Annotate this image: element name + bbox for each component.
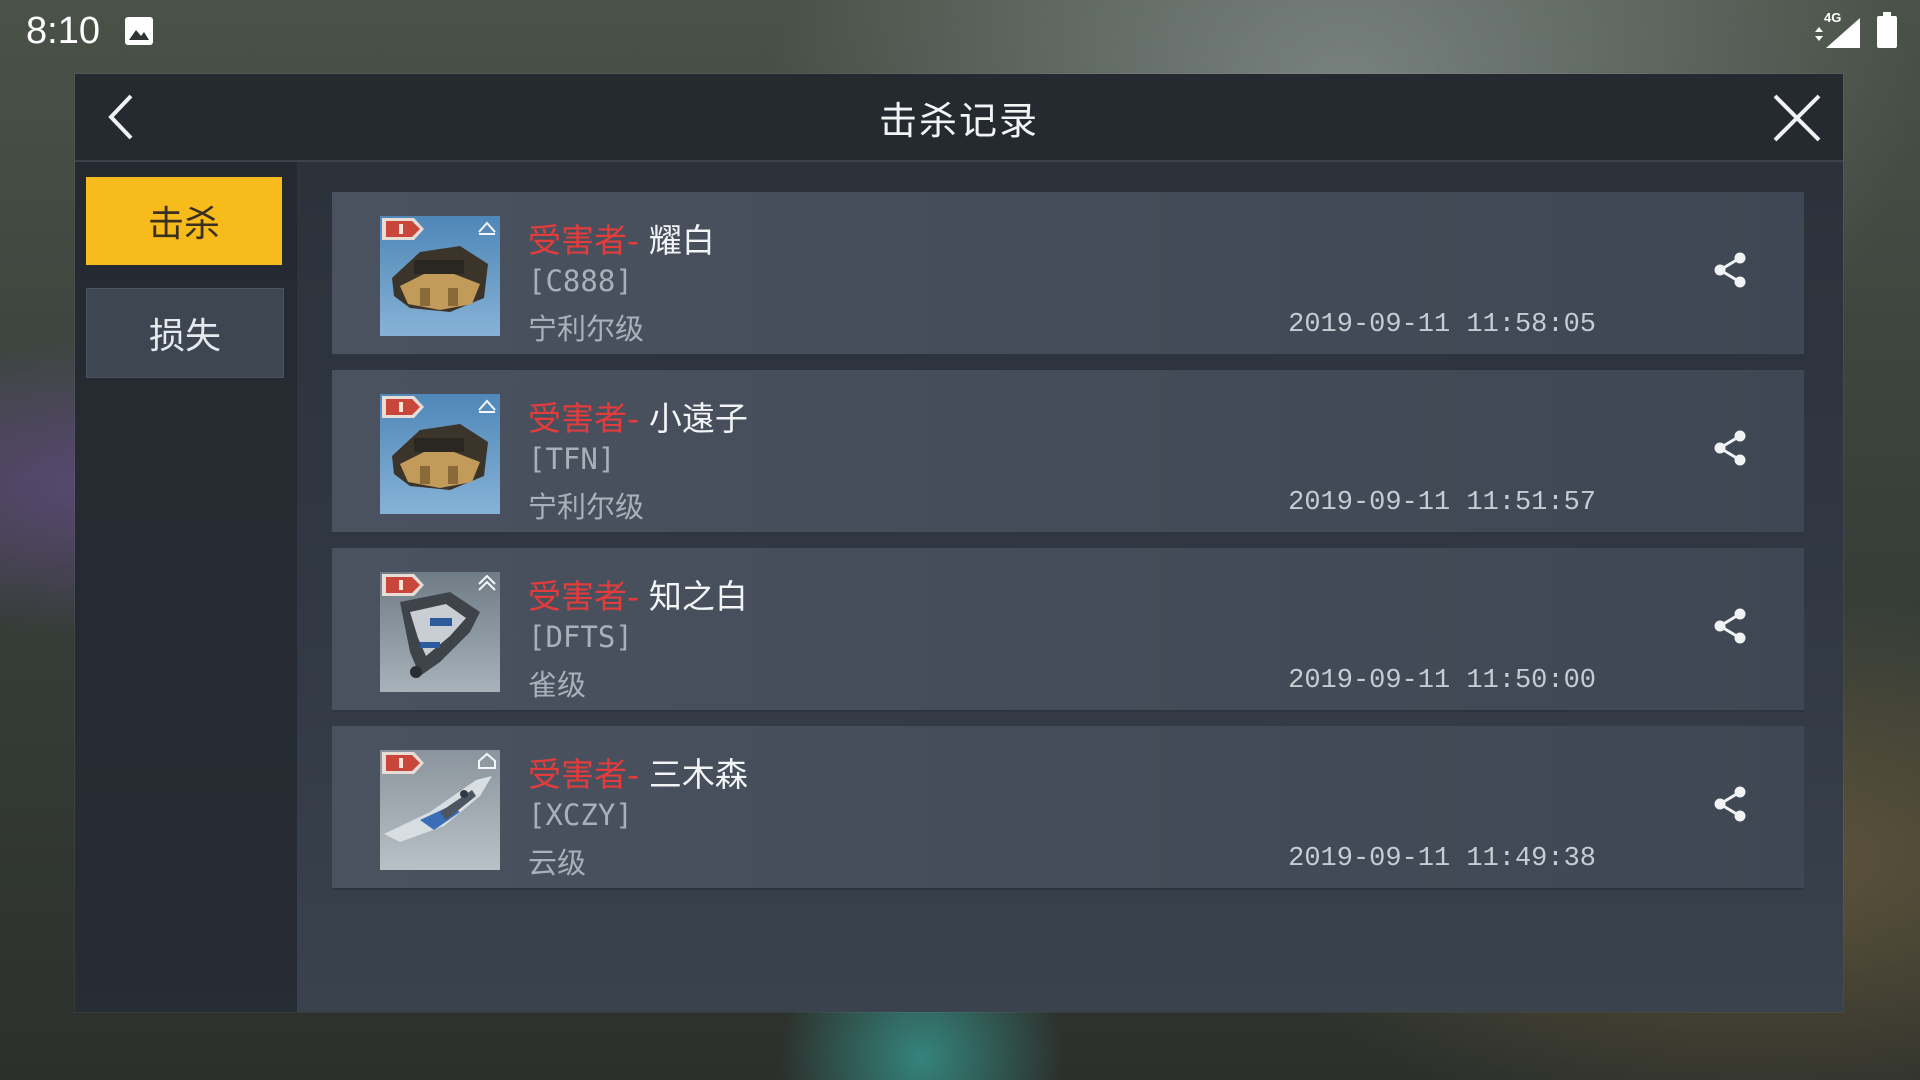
- close-button[interactable]: [1767, 88, 1827, 148]
- victim-corp: [XCZY]: [528, 798, 633, 832]
- victim-name: 耀白: [648, 221, 715, 260]
- kill-time: 2019-09-11 11:49:38: [1288, 844, 1596, 874]
- kill-record-row[interactable]: 受害者- 三木森 [XCZY] 云级 2019-09-11 11:49:38: [332, 726, 1804, 890]
- kill-record-row[interactable]: 受害者- 知之白 [DFTS] 雀级 2019-09-11 11:50:00: [332, 548, 1804, 712]
- kill-time: 2019-09-11 11:58:05: [1288, 310, 1596, 340]
- share-icon: [1714, 608, 1746, 644]
- ship-thumbnail: [380, 216, 500, 336]
- close-icon: [1773, 94, 1821, 142]
- network-type-label: 4G: [1824, 10, 1841, 25]
- ship-class: 宁利尔级: [528, 490, 645, 524]
- share-icon: [1714, 430, 1746, 466]
- ship-thumbnail: [380, 394, 500, 514]
- chevron-up-icon: [478, 399, 496, 413]
- ship-class: 云级: [528, 846, 587, 880]
- victim-label: 受害者-: [528, 221, 639, 260]
- tab-losses[interactable]: 损失: [86, 288, 284, 378]
- victim-name: 知之白: [648, 577, 748, 616]
- share-button[interactable]: [1708, 426, 1752, 470]
- ship-thumbnail: [380, 750, 500, 870]
- victim-label: 受害者-: [528, 755, 639, 794]
- sidebar: 击杀 损失: [75, 162, 297, 1012]
- share-button[interactable]: [1708, 248, 1752, 292]
- victim-corp: [C888]: [528, 264, 633, 298]
- victim-line: 受害者- 三木森: [528, 748, 748, 796]
- victim-name: 小遠子: [648, 399, 748, 438]
- rank-badge-icon: [382, 752, 424, 774]
- kill-record-row[interactable]: 受害者- 耀白 [C888] 宁利尔级 2019-09-11 11:58:05: [332, 192, 1804, 356]
- ship-class: 雀级: [528, 668, 587, 702]
- victim-line: 受害者- 小遠子: [528, 392, 748, 440]
- victim-label: 受害者-: [528, 577, 639, 616]
- status-bar: 8:10 4G: [0, 0, 1920, 64]
- double-chevron-up-icon: [478, 574, 496, 591]
- dialog-title: 击杀记录: [878, 99, 1039, 143]
- victim-corp: [DFTS]: [528, 620, 633, 654]
- kill-time: 2019-09-11 11:50:00: [1288, 666, 1596, 696]
- network-signal-icon: 4G: [1815, 10, 1860, 48]
- victim-corp: [TFN]: [528, 442, 616, 476]
- chevron-up-icon: [478, 221, 496, 235]
- rank-badge-icon: [382, 396, 424, 418]
- victim-line: 受害者- 知之白: [528, 570, 748, 618]
- kill-record-list: 受害者-耀白 [C888] 宁利尔级 2019-09-11 11:58:05: [332, 192, 1804, 904]
- ship-thumbnail: [380, 572, 500, 692]
- share-button[interactable]: [1708, 782, 1752, 826]
- battery-icon: [1877, 12, 1897, 48]
- status-time: 8:10: [26, 10, 100, 52]
- tab-kills[interactable]: 击杀: [86, 177, 282, 265]
- kill-record-row[interactable]: 受害者- 小遠子 [TFN] 宁利尔级 2019-09-11 11:51:57: [332, 370, 1804, 534]
- ship-class: 宁利尔级: [528, 312, 645, 346]
- share-button[interactable]: [1708, 604, 1752, 648]
- share-icon: [1714, 786, 1746, 822]
- status-icons: 4G: [1810, 10, 1898, 50]
- rank-badge-icon: [382, 218, 424, 240]
- dialog-header: 击杀记录: [75, 74, 1843, 162]
- victim-name: 三木森: [648, 755, 748, 794]
- house-up-icon: [478, 752, 496, 769]
- rank-badge-icon: [382, 574, 424, 596]
- share-icon: [1714, 252, 1746, 288]
- kill-time: 2019-09-11 11:51:57: [1288, 488, 1596, 518]
- victim-line: 受害者- 耀白: [528, 214, 715, 262]
- gallery-icon: [125, 17, 153, 45]
- kill-record-dialog: 击杀记录 击杀 损失 受害者- 耀白 [C888] 宁利尔级 2019-09-1…: [75, 74, 1843, 1012]
- victim-label: 受害者-: [528, 399, 639, 438]
